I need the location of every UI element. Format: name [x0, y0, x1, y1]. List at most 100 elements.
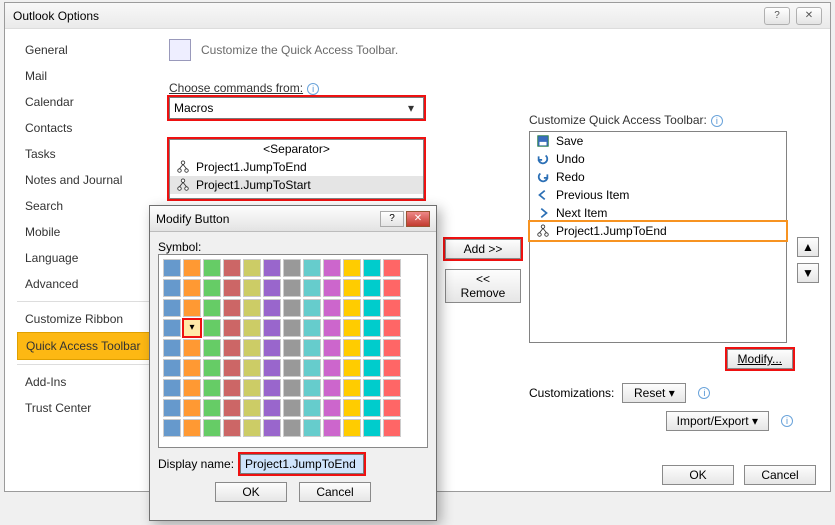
dialog-help-button[interactable]: ?: [380, 211, 404, 227]
symbol-picker[interactable]: ▾: [158, 254, 428, 448]
symbol-icon[interactable]: [263, 399, 281, 417]
symbol-icon[interactable]: [283, 339, 301, 357]
symbol-icon[interactable]: [303, 379, 321, 397]
symbol-icon[interactable]: [263, 339, 281, 357]
symbol-icon[interactable]: [243, 339, 261, 357]
symbol-icon[interactable]: [383, 359, 401, 377]
separator-row[interactable]: <Separator>: [170, 140, 423, 158]
symbol-icon[interactable]: [383, 399, 401, 417]
symbol-icon[interactable]: [223, 259, 241, 277]
symbol-icon[interactable]: [203, 399, 221, 417]
sidebar-item-customize-ribbon[interactable]: Customize Ribbon: [17, 306, 155, 332]
dialog-close-button[interactable]: ✕: [406, 211, 430, 227]
list-item[interactable]: Project1.JumpToStart: [170, 176, 423, 194]
symbol-icon[interactable]: [183, 259, 201, 277]
symbol-icon[interactable]: [263, 319, 281, 337]
symbol-icon[interactable]: [183, 379, 201, 397]
symbol-icon[interactable]: [363, 299, 381, 317]
symbol-icon[interactable]: [323, 419, 341, 437]
symbol-icon[interactable]: [183, 419, 201, 437]
symbol-icon[interactable]: [383, 379, 401, 397]
symbol-icon[interactable]: [283, 399, 301, 417]
symbol-icon[interactable]: [343, 259, 361, 277]
symbol-icon[interactable]: [263, 259, 281, 277]
symbol-icon[interactable]: [343, 319, 361, 337]
symbol-icon[interactable]: [223, 339, 241, 357]
symbol-icon[interactable]: [203, 379, 221, 397]
close-button[interactable]: ✕: [796, 7, 822, 25]
symbol-icon[interactable]: [263, 419, 281, 437]
list-item[interactable]: Save: [530, 132, 786, 150]
display-name-input[interactable]: Project1.JumpToEnd: [240, 454, 364, 474]
symbol-icon[interactable]: [323, 259, 341, 277]
symbol-icon[interactable]: [163, 279, 181, 297]
symbol-icon[interactable]: [363, 359, 381, 377]
symbol-icon[interactable]: [303, 359, 321, 377]
symbol-icon[interactable]: [243, 259, 261, 277]
symbol-icon[interactable]: [363, 339, 381, 357]
symbol-icon[interactable]: [303, 399, 321, 417]
list-item[interactable]: Redo: [530, 168, 786, 186]
symbol-icon[interactable]: [203, 319, 221, 337]
sidebar-item-general[interactable]: General: [17, 37, 155, 63]
symbol-icon[interactable]: [283, 299, 301, 317]
symbol-icon[interactable]: [243, 359, 261, 377]
sidebar-item-calendar[interactable]: Calendar: [17, 89, 155, 115]
symbol-icon[interactable]: [203, 279, 221, 297]
list-item[interactable]: Project1.JumpToEnd: [530, 222, 786, 240]
symbol-icon[interactable]: [283, 319, 301, 337]
sidebar-item-advanced[interactable]: Advanced: [17, 271, 155, 297]
symbol-icon[interactable]: [323, 339, 341, 357]
symbol-icon[interactable]: [323, 359, 341, 377]
symbol-icon[interactable]: [263, 359, 281, 377]
symbol-icon[interactable]: [203, 259, 221, 277]
symbol-icon[interactable]: [223, 299, 241, 317]
symbol-icon[interactable]: [163, 399, 181, 417]
symbol-icon[interactable]: [283, 379, 301, 397]
symbol-icon[interactable]: [363, 419, 381, 437]
symbol-icon[interactable]: [343, 419, 361, 437]
sidebar-item-tasks[interactable]: Tasks: [17, 141, 155, 167]
move-down-button[interactable]: ▼: [797, 263, 819, 283]
move-up-button[interactable]: ▲: [797, 237, 819, 257]
sidebar-item-language[interactable]: Language: [17, 245, 155, 271]
modify-button[interactable]: Modify...: [727, 349, 793, 369]
choose-commands-dropdown[interactable]: Macros ▾: [169, 97, 424, 119]
reset-button[interactable]: Reset ▾: [622, 383, 686, 403]
symbol-icon[interactable]: [223, 399, 241, 417]
symbol-icon[interactable]: [343, 359, 361, 377]
sidebar-item-quick-access[interactable]: Quick Access Toolbar: [17, 332, 155, 360]
info-icon[interactable]: i: [698, 387, 710, 399]
symbol-icon[interactable]: [323, 319, 341, 337]
symbol-icon[interactable]: [383, 259, 401, 277]
sidebar-item-mail[interactable]: Mail: [17, 63, 155, 89]
qat-listbox[interactable]: Save Undo Redo Previous Item Next Item P…: [529, 131, 787, 343]
info-icon[interactable]: i: [711, 115, 723, 127]
symbol-icon[interactable]: [383, 279, 401, 297]
symbol-icon[interactable]: [243, 399, 261, 417]
remove-button[interactable]: << Remove: [445, 269, 521, 303]
help-button[interactable]: ?: [764, 7, 790, 25]
symbol-icon[interactable]: [163, 339, 181, 357]
symbol-icon[interactable]: [183, 359, 201, 377]
symbol-icon[interactable]: [383, 319, 401, 337]
sidebar-item-addins[interactable]: Add-Ins: [17, 369, 155, 395]
symbol-icon[interactable]: [303, 339, 321, 357]
import-export-button[interactable]: Import/Export ▾: [666, 411, 769, 431]
list-item[interactable]: Next Item: [530, 204, 786, 222]
symbol-icon[interactable]: [323, 379, 341, 397]
symbol-icon[interactable]: [303, 319, 321, 337]
symbol-icon[interactable]: [343, 399, 361, 417]
info-icon[interactable]: i: [781, 415, 793, 427]
symbol-icon[interactable]: [243, 299, 261, 317]
symbol-icon[interactable]: [343, 299, 361, 317]
symbol-icon[interactable]: [323, 279, 341, 297]
symbol-icon[interactable]: [363, 379, 381, 397]
add-button[interactable]: Add >>: [445, 239, 521, 259]
symbol-icon[interactable]: [163, 259, 181, 277]
symbol-icon[interactable]: [283, 359, 301, 377]
ok-button[interactable]: OK: [662, 465, 734, 485]
list-item[interactable]: Undo: [530, 150, 786, 168]
symbol-icon[interactable]: [303, 259, 321, 277]
symbol-icon[interactable]: [203, 419, 221, 437]
